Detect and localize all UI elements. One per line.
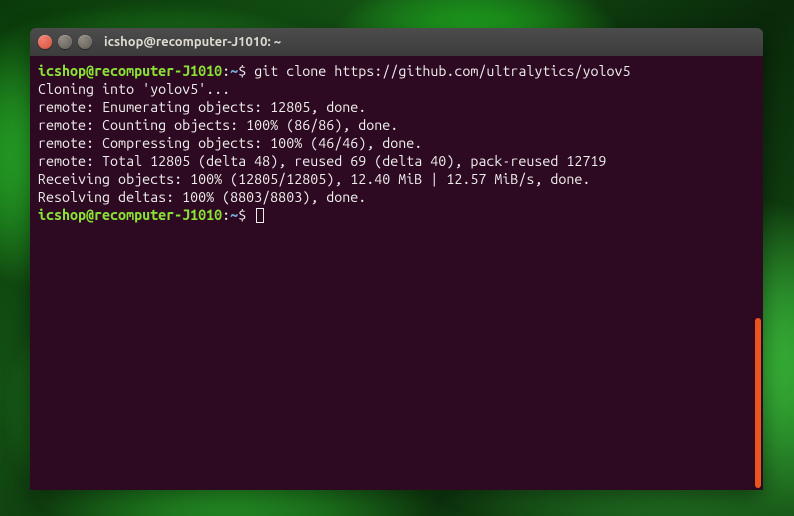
prompt-dollar: $ (238, 63, 246, 79)
prompt-line-1: icshop@recomputer-J1010:~$ git clone htt… (38, 62, 755, 80)
terminal-window: icshop@recomputer-J1010: ~ icshop@recomp… (30, 28, 763, 490)
close-icon[interactable] (38, 35, 52, 49)
output-line: Receiving objects: 100% (12805/12805), 1… (38, 170, 755, 188)
minimize-icon[interactable] (58, 35, 72, 49)
cursor (256, 208, 264, 223)
output-line: remote: Compressing objects: 100% (46/46… (38, 134, 755, 152)
output-line: Cloning into 'yolov5'... (38, 80, 755, 98)
prompt-colon: : (222, 207, 230, 223)
output-line: remote: Enumerating objects: 12805, done… (38, 98, 755, 116)
prompt-user-host: icshop@recomputer-J1010 (38, 207, 222, 223)
prompt-dollar: $ (238, 207, 246, 223)
prompt-line-2: icshop@recomputer-J1010:~$ (38, 206, 755, 224)
window-title: icshop@recomputer-J1010: ~ (104, 35, 281, 49)
terminal-body[interactable]: icshop@recomputer-J1010:~$ git clone htt… (30, 56, 763, 490)
scrollbar[interactable] (755, 318, 761, 488)
output-line: remote: Total 12805 (delta 48), reused 6… (38, 152, 755, 170)
prompt-colon: : (222, 63, 230, 79)
prompt-path: ~ (230, 207, 238, 223)
maximize-icon[interactable] (78, 35, 92, 49)
output-line: Resolving deltas: 100% (8803/8803), done… (38, 188, 755, 206)
command-text (246, 207, 254, 223)
prompt-path: ~ (230, 63, 238, 79)
command-text: git clone https://github.com/ultralytics… (246, 63, 630, 79)
prompt-user-host: icshop@recomputer-J1010 (38, 63, 222, 79)
output-line: remote: Counting objects: 100% (86/86), … (38, 116, 755, 134)
titlebar[interactable]: icshop@recomputer-J1010: ~ (30, 28, 763, 56)
